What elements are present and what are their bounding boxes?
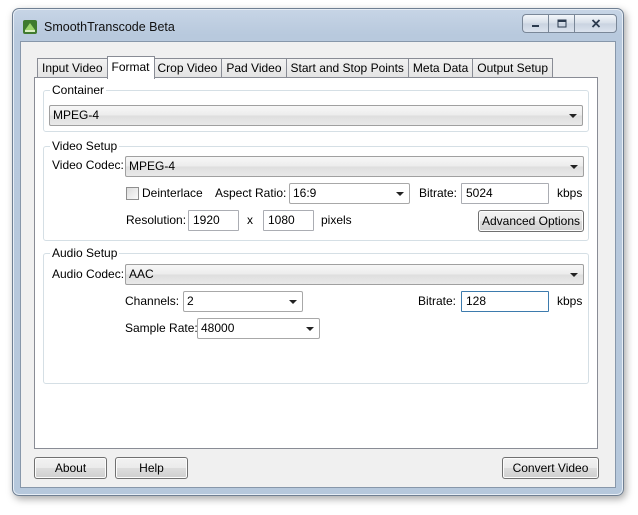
sample-rate-label: Sample Rate: bbox=[125, 321, 198, 335]
app-icon bbox=[23, 20, 37, 34]
minimize-button[interactable] bbox=[522, 14, 548, 33]
tab-format[interactable]: Format bbox=[106, 56, 155, 79]
video-codec-dropdown[interactable]: MPEG-4 bbox=[125, 156, 584, 177]
aspect-ratio-dropdown[interactable]: 16:9 bbox=[289, 183, 410, 204]
tab-meta-data[interactable]: Meta Data bbox=[407, 58, 473, 78]
channels-label: Channels: bbox=[125, 294, 180, 308]
convert-video-button[interactable]: Convert Video bbox=[502, 457, 599, 479]
format-tab-panel: Container MPEG-4 Video Setup Video Codec… bbox=[34, 77, 598, 449]
audio-setup-legend: Audio Setup bbox=[50, 246, 120, 260]
deinterlace-label: Deinterlace bbox=[142, 186, 203, 200]
channels-dropdown[interactable]: 2 bbox=[183, 291, 303, 312]
audio-bitrate-unit: kbps bbox=[557, 294, 583, 308]
window-title: SmoothTranscode Beta bbox=[44, 20, 175, 34]
minimize-icon bbox=[532, 25, 539, 27]
container-dropdown[interactable]: MPEG-4 bbox=[49, 105, 583, 126]
container-value: MPEG-4 bbox=[53, 108, 100, 122]
sample-rate-value: 48000 bbox=[201, 321, 235, 335]
container-legend: Container bbox=[50, 83, 107, 97]
audio-codec-value: AAC bbox=[129, 267, 154, 281]
chevron-down-icon bbox=[570, 165, 578, 169]
help-button[interactable]: Help bbox=[115, 457, 188, 479]
deinterlace-checkbox[interactable] bbox=[126, 187, 139, 200]
video-codec-value: MPEG-4 bbox=[129, 159, 176, 173]
tab-start-stop-points[interactable]: Start and Stop Points bbox=[285, 58, 408, 78]
chevron-down-icon bbox=[570, 273, 578, 277]
chevron-down-icon bbox=[306, 327, 314, 331]
tab-input-video[interactable]: Input Video bbox=[37, 58, 107, 78]
channels-value: 2 bbox=[187, 294, 194, 308]
title-bar[interactable]: SmoothTranscode Beta bbox=[13, 9, 623, 41]
audio-codec-dropdown[interactable]: AAC bbox=[125, 264, 584, 285]
close-icon bbox=[591, 19, 600, 28]
video-codec-label: Video Codec: bbox=[52, 158, 124, 172]
chevron-down-icon bbox=[289, 300, 297, 304]
maximize-button[interactable] bbox=[548, 14, 574, 33]
video-setup-legend: Video Setup bbox=[50, 139, 120, 153]
resolution-width-input[interactable]: 1920 bbox=[188, 210, 239, 231]
video-bitrate-label: Bitrate: bbox=[419, 186, 458, 200]
app-window: SmoothTranscode Beta Input Video Format … bbox=[12, 8, 624, 496]
tab-crop-video[interactable]: Crop Video bbox=[153, 58, 222, 78]
aspect-ratio-label: Aspect Ratio: bbox=[215, 186, 287, 200]
sample-rate-dropdown[interactable]: 48000 bbox=[197, 318, 320, 339]
audio-setup-group: Audio Setup Audio Codec: AAC Channels: 2… bbox=[43, 246, 589, 384]
container-group: Container MPEG-4 bbox=[43, 83, 589, 132]
tab-output-setup[interactable]: Output Setup bbox=[472, 58, 553, 78]
tab-strip: Input Video Format Crop Video Pad Video … bbox=[37, 56, 553, 79]
close-button[interactable] bbox=[574, 14, 617, 33]
advanced-options-button[interactable]: Advanced Options bbox=[478, 210, 584, 232]
window-controls bbox=[522, 14, 617, 33]
resolution-height-input[interactable]: 1080 bbox=[263, 210, 314, 231]
audio-codec-label: Audio Codec: bbox=[52, 267, 125, 281]
video-bitrate-input[interactable]: 5024 bbox=[461, 183, 549, 204]
audio-bitrate-input[interactable]: 128 bbox=[461, 291, 549, 312]
video-setup-group: Video Setup Video Codec: MPEG-4 Deinterl… bbox=[43, 139, 589, 241]
maximize-icon bbox=[557, 19, 566, 28]
chevron-down-icon bbox=[396, 192, 404, 196]
resolution-label: Resolution: bbox=[126, 213, 187, 227]
resolution-x-label: x bbox=[247, 213, 253, 227]
chevron-down-icon bbox=[569, 114, 577, 118]
video-bitrate-unit: kbps bbox=[557, 186, 583, 200]
audio-bitrate-label: Bitrate: bbox=[418, 294, 457, 308]
aspect-ratio-value: 16:9 bbox=[293, 186, 317, 200]
about-button[interactable]: About bbox=[34, 457, 107, 479]
tab-pad-video[interactable]: Pad Video bbox=[221, 58, 286, 78]
client-area: Input Video Format Crop Video Pad Video … bbox=[20, 41, 616, 488]
pixels-label: pixels bbox=[321, 213, 352, 227]
